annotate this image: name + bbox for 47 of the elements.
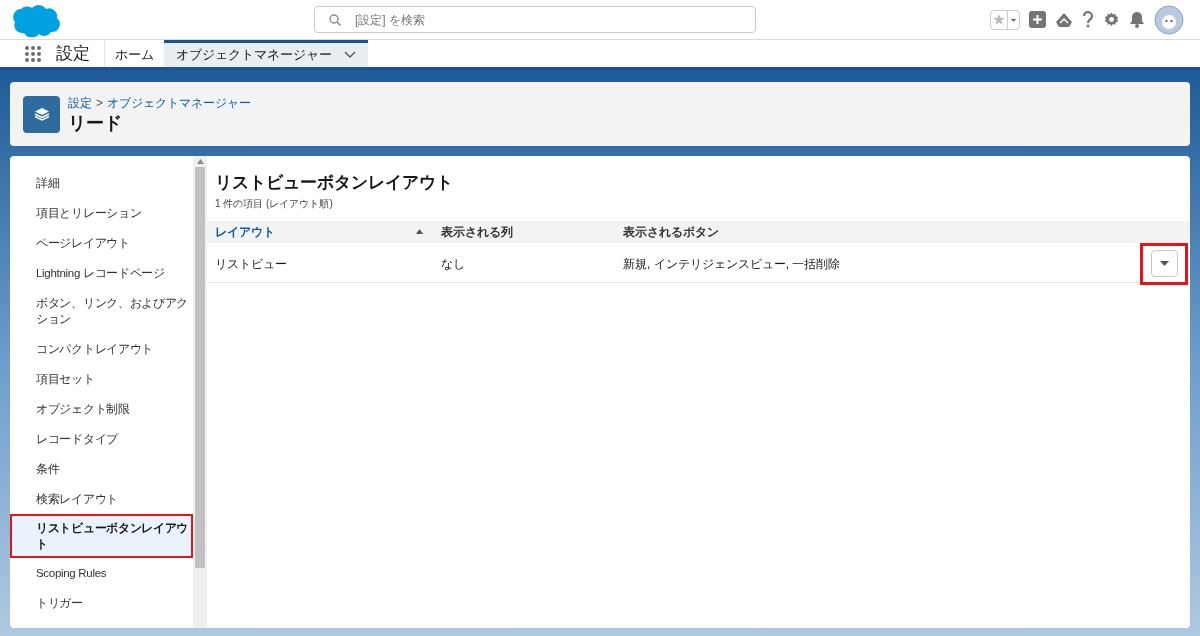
nav-tab[interactable]: オブジェクトマネージャー [164, 40, 368, 67]
table-cell-text: なし [440, 255, 466, 273]
breadcrumb-separator: > [96, 94, 103, 112]
sidebar-item[interactable]: レコードタイプ [10, 424, 193, 454]
sidebar-item[interactable]: 項目とリレーション [10, 198, 193, 228]
cloud-logo[interactable] [12, 2, 60, 37]
sidebar-item[interactable]: ボタン、リンク、およびアクション [10, 288, 193, 334]
settings-icon[interactable] [1103, 11, 1120, 28]
help-icon[interactable] [1082, 11, 1094, 28]
sidebar-item[interactable]: 項目セット [10, 364, 193, 394]
row-actions-button[interactable] [1150, 250, 1178, 277]
sidebar-item[interactable]: ページレイアウト [10, 228, 193, 258]
breadcrumb-link[interactable]: 設定 [68, 93, 92, 112]
app-launcher-icon[interactable] [24, 44, 42, 63]
sidebar-item[interactable]: Lightning レコードページ [10, 258, 193, 288]
item-count: 1 件の項目 (レイアウト順) [215, 196, 334, 211]
caret-down-icon [1159, 261, 1169, 266]
sidebar-item[interactable]: リストビューボタンレイアウト [10, 514, 193, 558]
layers-icon [33, 107, 50, 121]
scrollbar-thumb[interactable] [195, 167, 205, 568]
caret-icon [1007, 10, 1019, 29]
column-header[interactable]: 表示されるボタン [615, 222, 1190, 241]
section-title: リストビューボタンレイアウト [215, 172, 454, 194]
sidebar-item[interactable]: トリガー [10, 588, 193, 618]
avatar-icon[interactable] [1154, 4, 1184, 35]
search-field[interactable]: [設定] を検索 [314, 6, 756, 33]
nav-tab[interactable]: ホーム [105, 40, 164, 67]
sidebar-item[interactable]: コンパクトレイアウト [10, 334, 193, 364]
add-icon[interactable] [1029, 11, 1046, 28]
breadcrumb-link[interactable]: オブジェクトマネージャー [107, 93, 251, 112]
sort-ascending-icon [416, 229, 423, 234]
column-header[interactable]: レイアウト [207, 222, 433, 241]
sidebar-item[interactable]: 条件 [10, 454, 193, 484]
sidebar-item[interactable]: オブジェクト制限 [10, 394, 193, 424]
chevron-down-icon[interactable] [344, 51, 356, 59]
table-cell-text: 新規, インテリジェンスビュー, 一括削除 [622, 255, 842, 273]
app-name: 設定 [56, 42, 90, 65]
trailhead-icon[interactable] [1055, 11, 1073, 28]
object-title: リード [68, 111, 123, 135]
search-icon [329, 14, 341, 26]
column-header[interactable]: 表示される列 [433, 222, 615, 241]
sidebar-item[interactable]: 詳細 [10, 168, 193, 198]
sidebar-item[interactable]: 検索レイアウト [10, 484, 193, 514]
bell-icon[interactable] [1129, 11, 1145, 28]
table-cell-text: リストビュー [214, 255, 288, 273]
sidebar-item[interactable]: Scoping Rules [10, 558, 193, 588]
scroll-up-icon[interactable] [196, 159, 204, 164]
